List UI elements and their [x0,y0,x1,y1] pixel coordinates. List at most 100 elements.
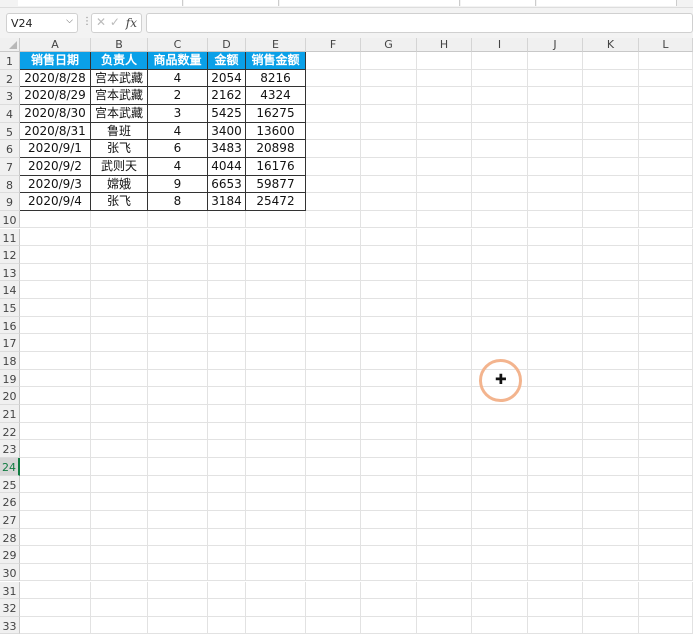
cell[interactable] [361,122,417,141]
cell[interactable] [583,616,639,634]
cell[interactable] [639,616,693,634]
row-header-14[interactable]: 14 [0,281,20,300]
table-cell[interactable]: 3483 [208,140,246,158]
cell[interactable] [417,369,472,388]
cell[interactable] [417,175,472,194]
cell[interactable] [20,422,91,441]
cell[interactable] [639,122,693,141]
cell[interactable] [639,422,693,441]
row-header-3[interactable]: 3 [0,87,20,105]
row-header-4[interactable]: 4 [0,104,20,123]
cell[interactable] [472,581,528,600]
cell[interactable] [472,440,528,458]
cell[interactable] [246,510,306,529]
column-header-J[interactable]: J [528,38,583,52]
row-header-6[interactable]: 6 [0,140,20,158]
cell[interactable] [148,263,208,282]
cell[interactable] [361,299,417,317]
cell[interactable] [91,352,148,370]
cell[interactable] [639,599,693,617]
cell[interactable] [528,546,583,564]
row-header-7[interactable]: 7 [0,157,20,176]
cell[interactable] [639,369,693,388]
cell[interactable] [361,316,417,335]
cell[interactable] [246,599,306,617]
cell[interactable] [528,157,583,176]
cell[interactable] [528,599,583,617]
cell[interactable] [20,281,91,300]
cell[interactable] [528,140,583,158]
table-cell[interactable]: 4 [148,157,208,176]
cell[interactable] [639,69,693,88]
cell[interactable] [20,528,91,547]
row-header-13[interactable]: 13 [0,263,20,282]
table-cell[interactable]: 6 [148,140,208,158]
column-header-E[interactable]: E [246,38,306,52]
cell[interactable] [246,616,306,634]
cell[interactable] [246,422,306,441]
table-cell[interactable]: 2020/9/2 [20,157,91,176]
row-header-20[interactable]: 20 [0,387,20,405]
cell[interactable] [306,510,361,529]
table-cell[interactable]: 鲁班 [91,122,148,141]
cell[interactable] [583,157,639,176]
cell[interactable] [20,228,91,247]
cell[interactable] [583,193,639,211]
row-header-16[interactable]: 16 [0,316,20,335]
cell[interactable] [246,457,306,476]
cell[interactable] [472,210,528,229]
cell[interactable] [472,193,528,211]
cell[interactable] [91,281,148,300]
cell[interactable] [208,228,246,247]
cell[interactable] [472,493,528,511]
cell[interactable] [306,475,361,494]
cell[interactable] [208,493,246,511]
row-header-2[interactable]: 2 [0,69,20,88]
cell[interactable] [148,405,208,423]
cell[interactable] [417,510,472,529]
cell[interactable] [148,228,208,247]
cell[interactable] [472,546,528,564]
cell[interactable] [639,352,693,370]
cell[interactable] [361,175,417,194]
cell[interactable] [148,369,208,388]
cell[interactable] [20,546,91,564]
cell[interactable] [528,316,583,335]
cell[interactable] [417,334,472,353]
cell[interactable] [361,104,417,123]
cell[interactable] [583,405,639,423]
cell[interactable] [148,510,208,529]
cell[interactable] [583,246,639,264]
cell[interactable] [361,581,417,600]
cell[interactable] [208,316,246,335]
cell[interactable] [306,369,361,388]
cell[interactable] [528,457,583,476]
cell[interactable] [583,334,639,353]
column-header-G[interactable]: G [361,38,417,52]
cell[interactable] [208,528,246,547]
cell[interactable] [417,52,472,70]
row-header-32[interactable]: 32 [0,599,20,617]
column-header-A[interactable]: A [20,38,91,52]
cell[interactable] [583,316,639,335]
table-cell[interactable]: 张飞 [91,193,148,211]
cell[interactable] [208,422,246,441]
cell[interactable] [148,210,208,229]
cell[interactable] [583,510,639,529]
cell[interactable] [246,228,306,247]
row-header-9[interactable]: 9 [0,193,20,211]
table-cell[interactable]: 2 [148,87,208,105]
cell[interactable] [583,475,639,494]
cell[interactable] [639,157,693,176]
table-cell[interactable]: 武则天 [91,157,148,176]
row-header-17[interactable]: 17 [0,334,20,353]
cell[interactable] [306,157,361,176]
cell[interactable] [20,493,91,511]
cell[interactable] [208,581,246,600]
cell[interactable] [208,210,246,229]
cell[interactable] [91,263,148,282]
cell[interactable] [472,299,528,317]
cell[interactable] [208,546,246,564]
cell[interactable] [583,369,639,388]
cell[interactable] [306,616,361,634]
